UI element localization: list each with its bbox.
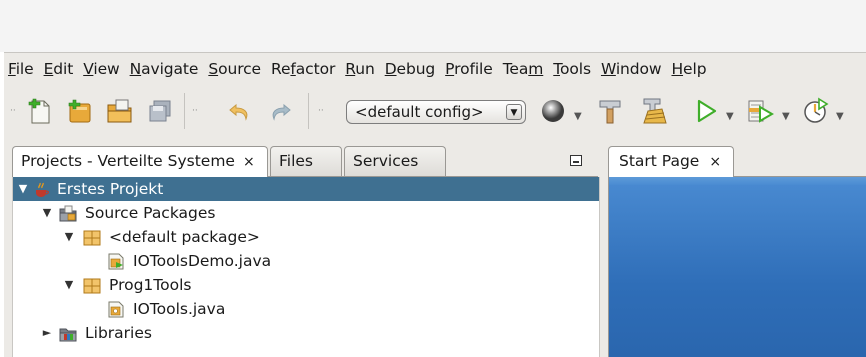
new-file-icon[interactable]	[24, 95, 56, 127]
menu-debug[interactable]: Debug	[385, 60, 436, 78]
tab-projects[interactable]: Projects - Verteilte Systeme ×	[12, 146, 268, 177]
library-folder-icon	[59, 325, 77, 342]
tab-label: Projects - Verteilte Systeme	[21, 152, 235, 170]
tree-row-project[interactable]: ▼ Erstes Projekt	[13, 177, 599, 201]
menu-edit[interactable]: Edit	[44, 60, 74, 78]
tree-row-libraries[interactable]: ► Libraries	[13, 321, 599, 345]
tree-label: Erstes Projekt	[57, 180, 164, 198]
close-icon[interactable]: ×	[709, 154, 721, 170]
menu-profile[interactable]: Profile	[445, 60, 493, 78]
projects-panel: Projects - Verteilte Systeme × Files Serv…	[12, 146, 600, 357]
menu-bar: File Edit View Navigate Source Refactor Run Deb…	[8, 57, 716, 81]
menu-team[interactable]: Team	[503, 60, 544, 78]
project-tree: ▼ Erstes Projekt ▼ Source Packages ▼ <de…	[12, 177, 600, 357]
expand-toggle-icon[interactable]: ▼	[41, 201, 53, 225]
new-project-icon[interactable]	[64, 95, 96, 127]
tab-start-page[interactable]: Start Page ×	[608, 146, 734, 177]
menu-tools[interactable]: Tools	[553, 60, 591, 78]
run-icon[interactable]	[690, 95, 722, 127]
tree-row-iotoolsdemo[interactable]: IOToolsDemo.java	[13, 249, 599, 273]
expand-toggle-icon[interactable]: ▼	[63, 225, 75, 249]
menu-navigate[interactable]: Navigate	[130, 60, 199, 78]
tree-label: <default package>	[109, 228, 260, 246]
package-icon	[83, 277, 101, 294]
debug-dropdown-icon[interactable]: ▼	[782, 111, 790, 122]
tree-label: Libraries	[85, 324, 152, 342]
redo-icon[interactable]	[264, 95, 296, 127]
tree-label: Prog1Tools	[109, 276, 192, 294]
toolbar-separator	[184, 93, 185, 129]
tree-row-default-package[interactable]: ▼ <default package>	[13, 225, 599, 249]
tab-label: Files	[279, 152, 314, 170]
menu-view[interactable]: View	[83, 60, 120, 78]
profile-icon[interactable]	[800, 95, 832, 127]
open-project-icon[interactable]	[104, 95, 136, 127]
tree-row-source-packages[interactable]: ▼ Source Packages	[13, 201, 599, 225]
menu-run[interactable]: Run	[345, 60, 375, 78]
start-page-content	[608, 177, 866, 357]
ide-window: File Edit View Navigate Source Refactor Run Deb…	[4, 52, 866, 357]
config-select-value: <default config>	[355, 103, 484, 121]
tree-label: IOTools.java	[133, 300, 226, 318]
main-toolbar: ·· ·· ·· <default config> ▼ ▼ ▼ ▼ ▼	[4, 83, 866, 137]
java-project-icon	[33, 181, 51, 198]
run-dropdown-icon[interactable]: ▼	[726, 111, 734, 122]
tree-label: IOToolsDemo.java	[133, 252, 272, 270]
menu-file[interactable]: File	[8, 60, 34, 78]
java-class-icon	[107, 301, 125, 318]
tab-services[interactable]: Services	[344, 146, 446, 176]
tree-row-prog1tools[interactable]: ▼ Prog1Tools	[13, 273, 599, 297]
tree-label: Source Packages	[85, 204, 216, 222]
toolbar-grip[interactable]: ··	[192, 106, 200, 116]
editor-area: Start Page ×	[608, 146, 866, 357]
menu-window[interactable]: Window	[601, 60, 662, 78]
toolbar-grip[interactable]: ··	[10, 106, 18, 116]
tab-files[interactable]: Files	[270, 146, 342, 176]
tab-label: Start Page	[619, 152, 700, 170]
menu-help[interactable]: Help	[671, 60, 706, 78]
expand-toggle-icon[interactable]: ▼	[63, 273, 75, 297]
projects-tab-strip: Projects - Verteilte Systeme × Files Serv…	[12, 146, 598, 177]
menu-source[interactable]: Source	[208, 60, 261, 78]
toolbar-grip[interactable]: ··	[318, 106, 326, 116]
expand-toggle-icon[interactable]: ►	[41, 321, 53, 345]
save-all-icon[interactable]	[144, 95, 176, 127]
package-icon	[83, 229, 101, 246]
expand-toggle-icon[interactable]: ▼	[17, 177, 29, 201]
menu-refactor[interactable]: Refactor	[271, 60, 335, 78]
window-title-bar	[0, 0, 866, 52]
undo-icon[interactable]	[224, 95, 256, 127]
config-select[interactable]: <default config> ▼	[346, 100, 526, 124]
browser-icon[interactable]	[538, 95, 570, 127]
profile-dropdown-icon[interactable]: ▼	[836, 111, 844, 122]
java-main-class-icon	[107, 253, 125, 270]
toolbar-separator	[308, 93, 309, 129]
chevron-down-icon[interactable]: ▼	[506, 104, 522, 120]
tab-label: Services	[353, 152, 419, 170]
build-icon[interactable]	[594, 95, 626, 127]
clean-build-icon[interactable]	[638, 95, 670, 127]
minimize-icon[interactable]	[570, 155, 582, 166]
tree-row-iotools[interactable]: IOTools.java	[13, 297, 599, 321]
close-icon[interactable]: ×	[243, 154, 255, 170]
source-folder-icon	[59, 205, 77, 222]
debug-icon[interactable]	[744, 95, 776, 127]
browser-dropdown-icon[interactable]: ▼	[574, 111, 582, 122]
